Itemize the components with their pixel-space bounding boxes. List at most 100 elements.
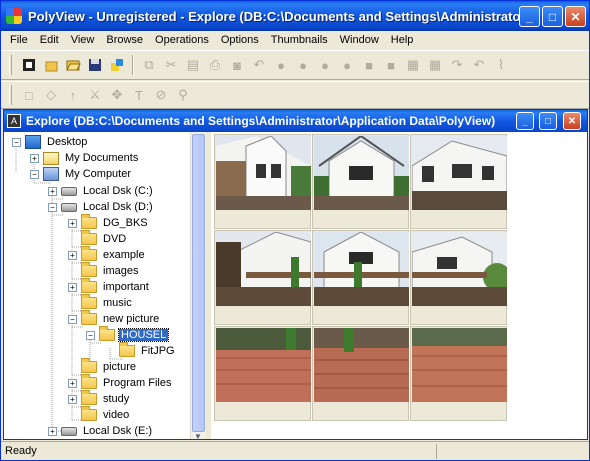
tree-item-video[interactable]: video [68,406,131,423]
text-icon[interactable]: T [128,84,150,106]
expand-toggle[interactable]: + [68,218,77,228]
explore-minimize-button[interactable]: _ [516,112,534,130]
collapse-toggle[interactable]: − [12,137,21,147]
tree-item-dvd[interactable]: DVD [68,230,128,247]
explore-icon[interactable] [18,54,40,76]
tree-item-important[interactable]: + important [68,278,151,295]
expand-toggle[interactable]: + [68,282,77,292]
save-icon[interactable] [84,54,106,76]
expand-toggle[interactable]: + [68,394,77,404]
thumbnail-4[interactable] [214,230,311,325]
expand-toggle[interactable]: + [48,426,57,436]
folder-open-icon [99,326,115,341]
menu-view[interactable]: View [65,34,101,46]
scan-icon[interactable]: ◙ [226,54,248,76]
thumbnail-7[interactable] [214,326,311,421]
tree-item-study[interactable]: + study [68,390,131,407]
expand-toggle[interactable]: + [68,378,77,388]
close-button[interactable]: ✕ [565,6,586,27]
expand-toggle[interactable]: + [48,186,57,196]
folder-tree[interactable]: − Desktop + My Documents − My Computer +… [4,132,190,439]
tree-item-new-picture[interactable]: − new picture [68,310,161,327]
tree-item-dg-bks[interactable]: + DG_BKS [68,214,150,231]
thumbnail-6[interactable] [410,230,507,325]
thumbnail-9[interactable] [410,326,507,421]
menu-file[interactable]: File [4,34,34,46]
tree-item-housel[interactable]: − HOUSEL [86,326,170,343]
collapse-toggle[interactable]: − [68,314,77,324]
paint-icon[interactable] [106,54,128,76]
menu-options[interactable]: Options [215,34,265,46]
tree-item-program-files[interactable]: + Program Files [68,374,173,391]
paste-icon[interactable]: ▤ [182,54,204,76]
collapse-toggle[interactable]: − [30,169,39,179]
zoom-out-icon[interactable]: ● [292,54,314,76]
title-bar[interactable]: PolyView - Unregistered - Explore (DB:C:… [1,1,589,31]
tree-item-desktop[interactable]: − Desktop [12,134,89,150]
toolbar-grip[interactable] [9,85,12,105]
toolbar-grip[interactable] [9,55,12,75]
thumbnail-image [216,232,311,306]
thumbnail-8[interactable] [312,326,409,421]
folder-icon [119,342,135,357]
compare-icon[interactable]: ▦ [402,54,424,76]
pen-icon[interactable]: ⚔ [84,84,106,106]
explore-maximize-button[interactable]: □ [539,112,557,130]
scroll-down-arrow-icon[interactable]: ▼ [194,432,202,441]
explore-title-bar[interactable]: A Explore (DB:C:\Documents and Settings\… [4,110,587,132]
menu-edit[interactable]: Edit [34,34,65,46]
tree-scrollbar-thumb[interactable] [192,134,205,432]
tree-item-my-documents[interactable]: + My Documents [30,150,140,166]
arrow-icon[interactable]: ↑ [62,84,84,106]
rotate-left-icon[interactable]: ↶ [468,54,490,76]
tree-item-local-disk-e[interactable]: + Local Dsk (E:) [48,423,154,439]
tree-item-images[interactable]: images [68,262,140,279]
red-eye-icon[interactable]: ⊘ [150,84,172,106]
filter-icon[interactable]: ▦ [424,54,446,76]
tree-item-my-computer[interactable]: − My Computer [30,166,133,182]
lasso-icon[interactable]: ◇ [40,84,62,106]
undo-icon[interactable]: ↶ [248,54,270,76]
print-icon[interactable]: ⎙ [204,54,226,76]
thumbnail-image [216,136,311,210]
thumbnail-5[interactable] [312,230,409,325]
explore-close-button[interactable]: ✕ [563,112,581,130]
rectangle-select-icon[interactable]: □ [18,84,40,106]
tree-item-fitjpg[interactable]: FitJPG [106,342,177,359]
zoom-in-icon[interactable]: ● [270,54,292,76]
maximize-button[interactable]: □ [542,6,563,27]
fullscreen-icon[interactable]: ■ [358,54,380,76]
collapse-toggle[interactable]: − [48,202,57,212]
thumbnail-1[interactable] [214,134,311,229]
tree-item-example[interactable]: + example [68,246,147,263]
collapse-toggle[interactable]: − [86,330,95,340]
thumbnail-3[interactable] [410,134,507,229]
rotate-right-icon[interactable]: ↷ [446,54,468,76]
histogram-icon[interactable]: ⌇ [490,54,512,76]
app-icon[interactable] [6,8,22,24]
tree-item-local-disk-c[interactable]: + Local Dsk (C:) [48,183,155,199]
tree-item-local-disk-d[interactable]: − Local Dsk (D:) [48,199,155,215]
menu-operations[interactable]: Operations [149,34,215,46]
copy-icon[interactable]: ⧉ [138,54,160,76]
new-icon[interactable] [40,54,62,76]
zoom-actual-icon[interactable]: ● [336,54,358,76]
menu-help[interactable]: Help [385,34,420,46]
move-icon[interactable]: ✥ [106,84,128,106]
expand-toggle[interactable]: + [68,250,77,260]
explore-window-icon[interactable]: A [7,114,21,128]
tree-scrollbar[interactable]: ▼ [190,132,206,441]
minimize-button[interactable]: _ [519,6,540,27]
thumbnail-2[interactable] [312,134,409,229]
menu-browse[interactable]: Browse [100,34,149,46]
zoom-fit-icon[interactable]: ● [314,54,336,76]
tree-item-picture[interactable]: picture [68,358,138,375]
open-folder-icon[interactable] [62,54,84,76]
menu-window[interactable]: Window [334,34,385,46]
tree-item-music[interactable]: music [68,294,134,311]
magnifier-icon[interactable]: ⚲ [172,84,194,106]
slideshow-icon[interactable]: ■ [380,54,402,76]
expand-toggle[interactable]: + [30,153,39,163]
cut-icon[interactable]: ✂ [160,54,182,76]
menu-thumbnails[interactable]: Thumbnails [265,34,334,46]
